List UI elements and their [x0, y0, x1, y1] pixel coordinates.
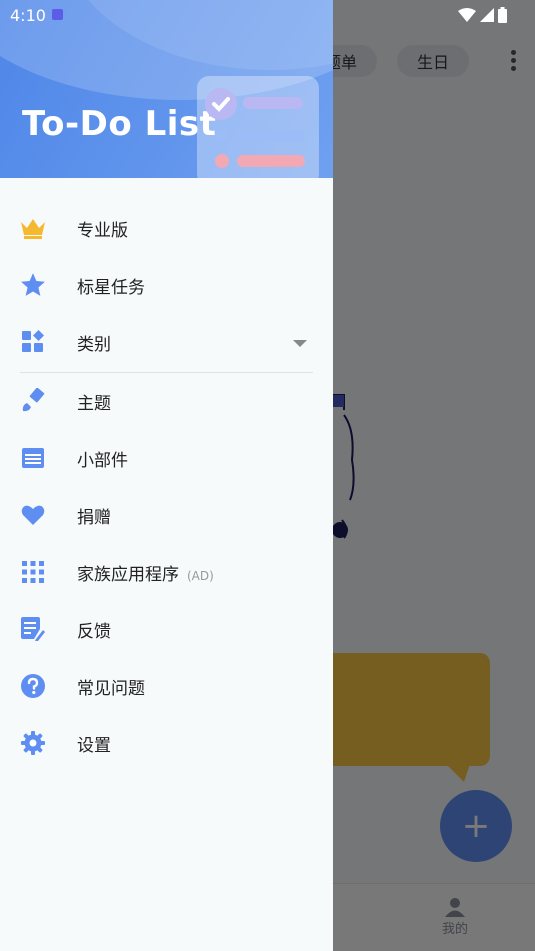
status-time: 4:10 — [10, 6, 46, 25]
notification-icon — [52, 9, 63, 20]
menu-item-label: 标星任务 — [77, 278, 145, 298]
menu-item-label: 捐赠 — [77, 508, 111, 528]
ad-badge: (AD) — [187, 569, 214, 583]
menu-item-label: 小部件 — [77, 451, 128, 471]
menu-item-theme[interactable]: 主题 — [0, 373, 333, 430]
heart-icon — [20, 502, 46, 528]
menu-item-label: 专业版 — [77, 221, 128, 241]
menu-item-label: 主题 — [77, 394, 111, 414]
menu-item-starred-tasks[interactable]: 标星任务 — [0, 257, 333, 314]
menu-item-family-apps[interactable]: 家族应用程序 (AD) — [0, 544, 333, 601]
chevron-down-icon[interactable] — [293, 340, 307, 347]
menu-item-faq[interactable]: 常见问题 — [0, 658, 333, 715]
help-icon — [20, 673, 46, 699]
crown-icon — [20, 215, 46, 241]
menu-item-label: 类别 — [77, 335, 111, 355]
paint-brush-icon — [20, 388, 46, 414]
wifi-icon — [458, 8, 476, 22]
menu-item-label: 家族应用程序 (AD) — [77, 560, 214, 585]
drawer-menu: 专业版 标星任务 类别 主题 小部件 捐赠 家族应用程序 (AD) 反馈 常见问… — [0, 178, 333, 772]
app-title: To-Do List — [22, 104, 217, 144]
todo-list-illustration — [197, 76, 319, 178]
menu-item-label-text: 家族应用程序 — [77, 565, 179, 585]
menu-item-feedback[interactable]: 反馈 — [0, 601, 333, 658]
menu-item-label: 反馈 — [77, 622, 111, 642]
widget-icon — [20, 445, 46, 471]
check-icon — [212, 97, 230, 112]
signal-icon — [480, 8, 494, 22]
feedback-icon — [20, 616, 46, 642]
menu-item-label: 设置 — [77, 736, 111, 756]
category-grid-icon — [20, 329, 46, 355]
menu-item-widgets[interactable]: 小部件 — [0, 430, 333, 487]
status-bar: 4:10 — [0, 0, 535, 30]
menu-item-categories[interactable]: 类别 — [0, 314, 333, 371]
navigation-drawer: To-Do List 专业版 标星任务 类别 主题 小部件 捐赠 家族应用程序 … — [0, 0, 333, 951]
menu-item-label: 常见问题 — [77, 679, 145, 699]
menu-item-donate[interactable]: 捐赠 — [0, 487, 333, 544]
menu-item-settings[interactable]: 设置 — [0, 715, 333, 772]
settings-gear-icon — [20, 730, 46, 756]
star-icon — [20, 272, 46, 298]
menu-item-pro[interactable]: 专业版 — [0, 200, 333, 257]
battery-icon — [498, 7, 507, 23]
apps-grid-icon — [20, 559, 46, 585]
